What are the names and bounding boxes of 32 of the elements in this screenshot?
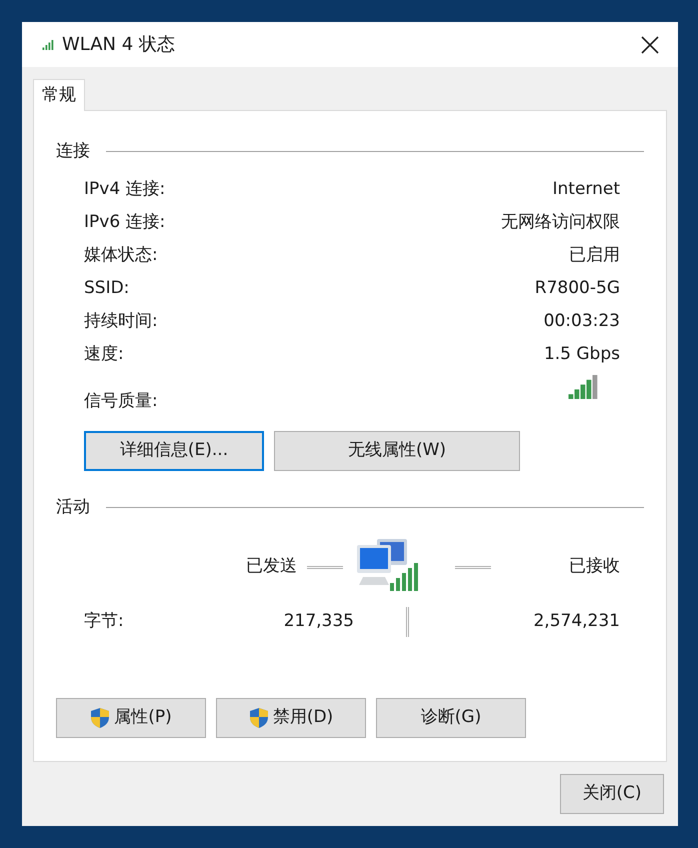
- sent-label: 已发送: [246, 555, 297, 578]
- action-button[interactable]: 无线属性(W): [274, 430, 520, 470]
- close-button[interactable]: 关闭(C): [560, 774, 664, 814]
- field-label: 持续时间:: [84, 310, 158, 332]
- bytes-label: 字节:: [84, 610, 125, 634]
- field-label: IPv4 连接:: [84, 178, 166, 200]
- field-value: 已启用: [569, 244, 620, 266]
- field-value: 00:03:23: [544, 310, 620, 332]
- action-button[interactable]: 诊断(G): [376, 698, 526, 738]
- field-value: R7800-5G: [534, 276, 620, 300]
- received-label: 已接收: [569, 555, 620, 578]
- shield-icon: [248, 707, 269, 729]
- tab[interactable]: 常规: [33, 79, 85, 111]
- action-button[interactable]: 属性(P): [56, 698, 206, 738]
- field-label: 媒体状态:: [84, 244, 158, 266]
- field-value: Internet: [552, 178, 620, 200]
- field-label: 速度:: [84, 342, 124, 366]
- window-title: WLAN 4 状态: [62, 33, 175, 57]
- action-button[interactable]: 详细信息(E)...: [84, 430, 264, 470]
- field-value: 1.5 Gbps: [544, 342, 620, 366]
- field-label: IPv6 连接:: [84, 210, 166, 234]
- action-button[interactable]: 禁用(D): [216, 698, 366, 738]
- field-label: 信号质量:: [84, 390, 158, 413]
- sent-bytes: 217,335: [282, 610, 354, 634]
- signal-quality-icon: [568, 374, 598, 398]
- received-bytes: 2,574,231: [533, 610, 620, 634]
- section-heading: 连接: [56, 140, 90, 163]
- signal-icon: [42, 40, 54, 50]
- section-heading: 活动: [56, 496, 90, 518]
- shield-icon: [90, 707, 110, 729]
- field-value: 无网络访问权限: [501, 210, 620, 234]
- field-label: SSID:: [84, 276, 130, 300]
